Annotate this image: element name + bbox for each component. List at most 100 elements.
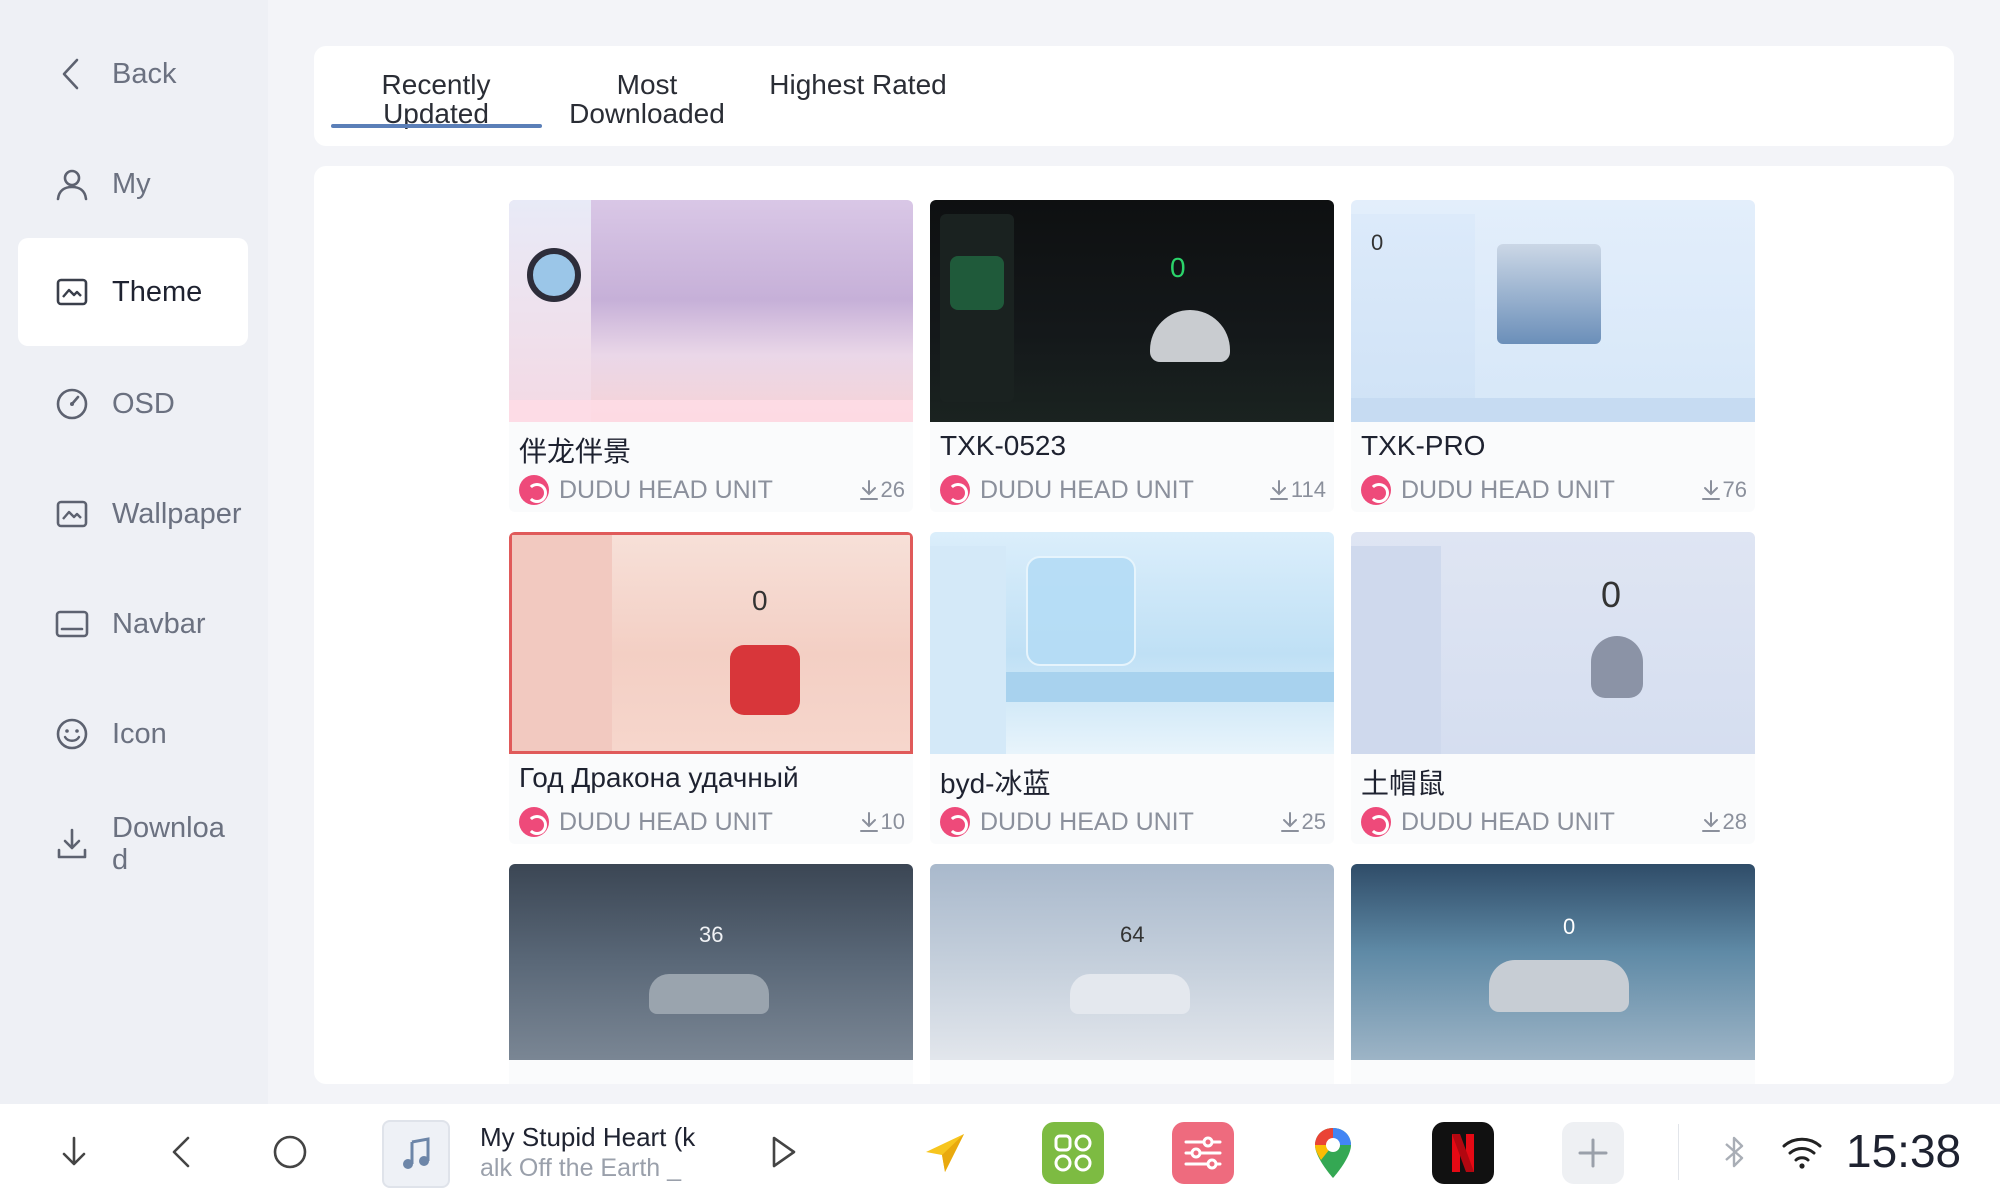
sidebar-item-label: Wallpaper (112, 498, 242, 530)
theme-preview: 0 (509, 532, 913, 754)
sidebar-item-label: My (112, 168, 151, 200)
preview-speed: 64 (1120, 922, 1145, 947)
theme-preview: 36 (509, 864, 913, 1060)
download-icon (1701, 480, 1720, 500)
theme-card[interactable]: 0 TXK-PRO DUDU HEAD UNIT 76 (1351, 200, 1755, 512)
tab-highest-rated[interactable]: Highest Rated (753, 70, 963, 99)
theme-author: DUDU HEAD UNIT (559, 808, 773, 836)
preview-speed: 0 (1371, 230, 1384, 255)
image-icon (54, 496, 90, 532)
status-clock: 15:38 (1846, 1125, 1962, 1177)
theme-title: 土帽鼠 (1361, 768, 1446, 799)
theme-title: 伴龙伴景 (519, 436, 632, 467)
theme-preview: 0 (1351, 532, 1755, 754)
theme-card[interactable]: byd-冰蓝 DUDU HEAD UNIT 25 (930, 532, 1334, 844)
theme-author: DUDU HEAD UNIT (980, 476, 1194, 504)
equalizer-icon[interactable] (1172, 1122, 1234, 1184)
theme-card[interactable]: 伴龙伴景 DUDU HEAD UNIT 26 (509, 200, 913, 512)
sidebar-item-back[interactable]: Back (18, 20, 248, 128)
music-note-icon[interactable] (382, 1120, 450, 1188)
theme-card[interactable]: 0 Год Дракона удачный DUDU HEAD UNIT 10 (509, 532, 913, 844)
author-logo-icon (1361, 475, 1391, 505)
add-app-icon[interactable] (1562, 1122, 1624, 1184)
chevron-down-icon[interactable] (50, 1128, 98, 1176)
download-count: 76 (1701, 477, 1747, 503)
user-icon (54, 166, 90, 202)
theme-title: TXK-PRO (1361, 430, 1486, 461)
download-count: 28 (1701, 809, 1747, 835)
play-icon[interactable] (758, 1128, 806, 1176)
tab-most-downloaded[interactable]: Most Downloaded (542, 70, 752, 128)
apps-icon[interactable] (1042, 1122, 1104, 1184)
sidebar-item-label: Icon (112, 718, 167, 750)
preview-speed: 0 (1170, 252, 1186, 283)
theme-author: DUDU HEAD UNIT (980, 808, 1194, 836)
download-icon (859, 480, 878, 500)
gauge-icon (54, 386, 90, 422)
wifi-icon[interactable] (1778, 1128, 1826, 1176)
media-title: My Stupid Heart (k (480, 1122, 696, 1152)
download-icon (1701, 812, 1720, 832)
preview-speed: 0 (1563, 914, 1576, 939)
sidebar-item-label: Theme (112, 276, 203, 308)
sidebar-item-wallpaper[interactable]: Wallpaper (18, 460, 248, 568)
tab-recently-updated[interactable]: Recently Updated (331, 70, 541, 128)
theme-preview: 64 (930, 864, 1334, 1060)
sidebar-item-download[interactable]: Downloa d (18, 790, 248, 898)
maps-icon[interactable] (1302, 1122, 1364, 1184)
download-count: 25 (1280, 809, 1326, 835)
theme-title: byd-冰蓝 (940, 768, 1051, 799)
theme-author: DUDU HEAD UNIT (559, 476, 773, 504)
theme-card[interactable]: 0 (1351, 864, 1755, 1084)
download-icon (54, 826, 90, 862)
bluetooth-icon[interactable] (1710, 1128, 1758, 1176)
sidebar: Back My Theme OSD Wallpaper Navbar Icon … (0, 0, 268, 1104)
system-navbar: My Stupid Heart (k alk Off the Earth _ 1… (0, 1104, 2000, 1200)
download-icon (1280, 812, 1299, 832)
sidebar-item-my[interactable]: My (18, 130, 248, 238)
preview-speed: 36 (699, 922, 724, 947)
theme-preview: 0 (1351, 200, 1755, 422)
active-tab-indicator (331, 124, 542, 128)
chevron-left-icon (54, 56, 90, 92)
download-icon (859, 812, 878, 832)
netflix-icon[interactable] (1432, 1122, 1494, 1184)
author-logo-icon (940, 475, 970, 505)
media-subtitle: alk Off the Earth _ (480, 1154, 682, 1182)
sidebar-item-label: Navbar (112, 608, 206, 640)
preview-speed: 0 (752, 585, 768, 616)
author-logo-icon (519, 475, 549, 505)
navigation-app-icon[interactable] (912, 1122, 974, 1184)
theme-card[interactable]: 64 (930, 864, 1334, 1084)
theme-card[interactable]: 0 TXK-0523 DUDU HEAD UNIT 114 (930, 200, 1334, 512)
sidebar-item-label: Back (112, 58, 177, 90)
divider (1678, 1124, 1679, 1180)
download-count: 10 (859, 809, 905, 835)
sidebar-item-icon[interactable]: Icon (18, 680, 248, 788)
back-icon[interactable] (158, 1128, 206, 1176)
theme-preview: 0 (930, 200, 1334, 422)
download-count: 26 (859, 477, 905, 503)
sidebar-item-navbar[interactable]: Navbar (18, 570, 248, 678)
preview-speed: 0 (1601, 574, 1622, 615)
home-icon[interactable] (266, 1128, 314, 1176)
author-logo-icon (519, 807, 549, 837)
smiley-icon (54, 716, 90, 752)
download-count: 114 (1269, 477, 1326, 503)
theme-author: DUDU HEAD UNIT (1401, 476, 1615, 504)
navbar-icon (54, 606, 90, 642)
theme-preview: 0 (1351, 864, 1755, 1060)
sidebar-item-theme[interactable]: Theme (18, 238, 248, 346)
sidebar-item-label: Downloa d (112, 812, 225, 876)
theme-grid: 伴龙伴景 DUDU HEAD UNIT 26 0 TXK-0523 DUDU H… (314, 166, 1954, 1084)
image-icon (54, 274, 90, 310)
author-logo-icon (1361, 807, 1391, 837)
theme-author: DUDU HEAD UNIT (1401, 808, 1615, 836)
theme-card[interactable]: 0 土帽鼠 DUDU HEAD UNIT 28 (1351, 532, 1755, 844)
download-icon (1269, 480, 1288, 500)
theme-title: Год Дракона удачный (519, 762, 799, 793)
sidebar-item-osd[interactable]: OSD (18, 350, 248, 458)
theme-preview (509, 200, 913, 422)
theme-card[interactable]: 36 (509, 864, 913, 1084)
author-logo-icon (940, 807, 970, 837)
